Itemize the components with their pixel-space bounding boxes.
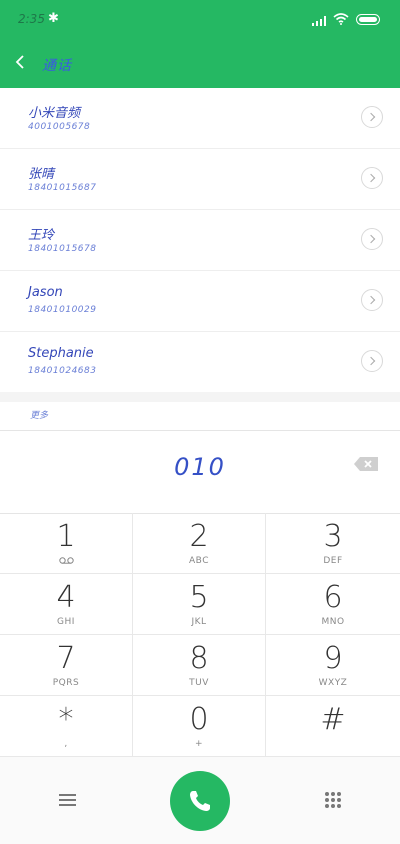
key-digit: 0 (189, 702, 209, 737)
backspace-icon[interactable] (354, 457, 378, 471)
key-4[interactable]: 4 GHI (0, 574, 133, 635)
key-star[interactable]: * , (0, 696, 133, 757)
key-letters: JKL (191, 617, 207, 627)
key-digit: 6 (323, 580, 343, 615)
key-3[interactable]: 3 DEF (266, 513, 400, 574)
contact-list: 小米音频 4001005678 张晴 18401015687 王玲 184010… (0, 88, 400, 402)
list-item[interactable]: Stephanie 18401024683 (0, 332, 400, 392)
status-bar: 2:35 ✱ (0, 0, 400, 40)
key-letters: , (64, 739, 68, 749)
key-9[interactable]: 9 WXYZ (266, 635, 400, 696)
list-item[interactable]: 小米音频 4001005678 (0, 88, 400, 149)
back-arrow-icon[interactable] (14, 55, 26, 69)
key-letters: MNO (321, 617, 345, 627)
menu-icon[interactable] (59, 794, 76, 806)
contact-name: Jason (28, 285, 63, 300)
key-7[interactable]: 7 PQRS (0, 635, 133, 696)
key-hash[interactable]: # (266, 696, 400, 757)
key-letters: PQRS (52, 678, 80, 688)
battery-icon (356, 14, 380, 25)
key-0[interactable]: 0 + (133, 696, 266, 757)
key-digit: 5 (189, 580, 209, 615)
key-digit: * (58, 702, 74, 737)
more-section[interactable]: 更多 (0, 400, 400, 431)
key-letters: GHI (57, 617, 75, 627)
chevron-right-icon[interactable] (361, 350, 383, 372)
dial-input[interactable]: 010 (0, 453, 400, 481)
contact-number: 18401024683 (28, 366, 97, 376)
chevron-right-icon[interactable] (361, 289, 383, 311)
key-1[interactable]: 1 (0, 513, 133, 574)
phone-icon (190, 791, 210, 811)
chevron-right-icon[interactable] (361, 106, 383, 128)
key-digit: 3 (323, 519, 343, 554)
bottom-bar (0, 757, 400, 844)
key-digit: 9 (323, 641, 343, 676)
list-item[interactable]: 王玲 18401015678 (0, 210, 400, 271)
contact-number: 18401015678 (28, 244, 97, 254)
page-title: 通话 (42, 58, 72, 74)
key-digit: 8 (189, 641, 209, 676)
key-letters: + (194, 739, 204, 749)
contact-number: 18401015687 (28, 183, 97, 193)
bluetooth-icon: ✱ (48, 11, 59, 26)
key-8[interactable]: 8 TUV (133, 635, 266, 696)
contact-name: 王玲 (28, 228, 55, 243)
chevron-right-icon[interactable] (361, 167, 383, 189)
dialpad-toggle-icon[interactable] (325, 792, 341, 808)
app-header: 2:35 ✱ 通话 (0, 0, 400, 88)
contact-name: 小米音频 (28, 106, 81, 121)
key-letters: WXYZ (318, 678, 348, 688)
key-2[interactable]: 2 ABC (133, 513, 266, 574)
dial-display: 010 (0, 431, 400, 514)
contact-name: Stephanie (28, 346, 94, 361)
signal-icon (312, 16, 328, 26)
status-time: 2:35 (18, 12, 45, 26)
chevron-right-icon[interactable] (361, 228, 383, 250)
key-digit: 4 (56, 580, 76, 615)
contact-number: 18401010029 (28, 305, 97, 315)
key-letters: DEF (323, 556, 343, 566)
key-digit: 1 (56, 519, 76, 554)
contact-number: 4001005678 (28, 122, 91, 132)
key-letters: ABC (189, 556, 209, 566)
key-digit: 7 (56, 641, 76, 676)
key-digit: # (320, 702, 346, 737)
key-digit: 2 (189, 519, 209, 554)
voicemail-icon (59, 557, 74, 564)
contact-name: 张晴 (28, 167, 55, 182)
list-item[interactable]: Jason 18401010029 (0, 271, 400, 332)
list-item[interactable]: 张晴 18401015687 (0, 149, 400, 210)
key-letters: TUV (189, 678, 209, 688)
key-5[interactable]: 5 JKL (133, 574, 266, 635)
call-button[interactable] (170, 771, 230, 831)
wifi-icon (333, 13, 349, 25)
key-6[interactable]: 6 MNO (266, 574, 400, 635)
section-label: 更多 (30, 411, 49, 421)
